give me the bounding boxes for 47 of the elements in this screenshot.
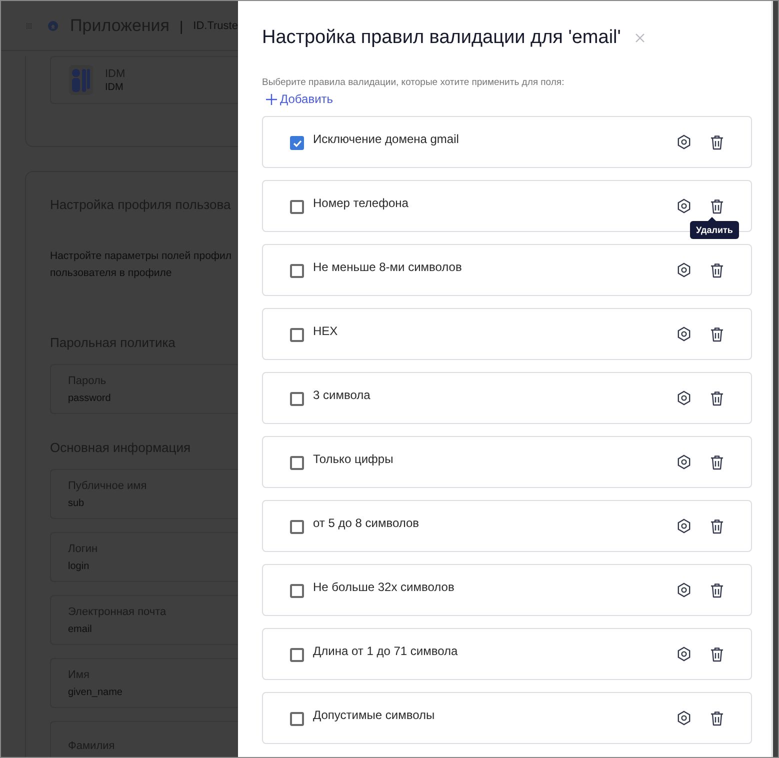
add-button[interactable]: Добавить <box>262 92 334 106</box>
trash-icon[interactable] <box>709 454 725 470</box>
app-logo-icon <box>69 65 93 95</box>
settings-icon[interactable] <box>676 390 692 406</box>
check-icon <box>292 138 302 148</box>
trash-icon[interactable] <box>709 390 725 406</box>
checkbox[interactable] <box>290 584 304 598</box>
rule-label: Только цифры <box>313 452 394 466</box>
hint-text: Выберите правила валидации, которые хотите применить для поля: <box>262 77 566 88</box>
settings-icon[interactable] <box>676 134 692 150</box>
trash-icon[interactable] <box>709 646 725 662</box>
settings-icon[interactable] <box>676 326 692 342</box>
trash-icon[interactable] <box>709 582 725 598</box>
trash-icon[interactable] <box>709 710 725 726</box>
settings-icon[interactable] <box>676 198 692 214</box>
header-separator: | <box>180 18 184 34</box>
trash-icon[interactable] <box>709 262 725 278</box>
rule-label: Не больше 32х символов <box>313 580 456 594</box>
rule-label: HEX <box>313 324 339 338</box>
checkbox[interactable] <box>290 264 304 278</box>
settings-icon[interactable] <box>676 582 692 598</box>
trash-icon[interactable] <box>709 134 725 150</box>
settings-icon[interactable] <box>676 646 692 662</box>
plus-icon <box>266 94 277 104</box>
rule-label: Номер телефона <box>313 196 410 210</box>
settings-icon[interactable] <box>676 454 692 470</box>
rule-label: Допустимые символы <box>313 708 436 722</box>
rule-label: от 5 до 8 символов <box>313 516 420 530</box>
drawer-title: Настройка правил валидации для 'email' <box>262 27 621 49</box>
checkbox[interactable] <box>290 520 304 534</box>
trash-icon[interactable] <box>709 326 725 342</box>
trash-icon[interactable] <box>709 518 725 534</box>
trash-icon[interactable] <box>709 198 725 214</box>
checkbox[interactable] <box>290 328 304 342</box>
checkbox[interactable] <box>290 648 304 662</box>
settings-icon[interactable] <box>676 518 692 534</box>
rule-label: Не меньше 8-ми символов <box>313 260 463 274</box>
settings-icon[interactable] <box>676 710 692 726</box>
rule-label: Длина от 1 до 71 символа <box>313 644 459 658</box>
rule-label: 3 символа <box>313 388 372 402</box>
checkbox[interactable] <box>290 392 304 406</box>
checkbox[interactable] <box>290 200 304 214</box>
checkbox[interactable] <box>290 456 304 470</box>
checkbox[interactable] <box>290 136 304 150</box>
rule-label: Исключение домена gmail <box>313 132 460 146</box>
settings-icon[interactable] <box>676 262 692 278</box>
checkbox[interactable] <box>290 712 304 726</box>
